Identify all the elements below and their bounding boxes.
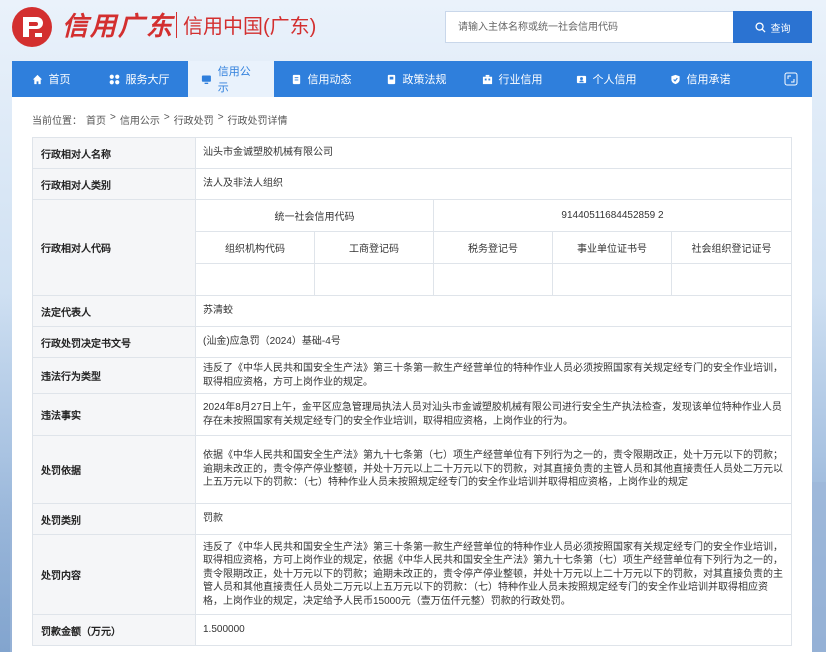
row-label: 行政相对人代码 bbox=[32, 199, 196, 296]
search-icon bbox=[754, 21, 766, 33]
institution-cert-header: 事业单位证书号 bbox=[552, 231, 672, 264]
table-row: 处罚依据 依据《中华人民共和国安全生产法》第九十七条第（七）项生产经营单位有下列… bbox=[32, 435, 792, 504]
id-card-icon bbox=[576, 75, 586, 83]
credit-logo-icon[interactable] bbox=[10, 5, 54, 49]
table-row: 行政相对人代码 统一社会信用代码 91440511684452859 2 bbox=[32, 199, 792, 296]
breadcrumb-credit-publicity[interactable]: 信用公示 bbox=[120, 112, 160, 127]
penalty-detail-table: 行政相对人名称 汕头市金诚塑胶机械有限公司 行政相对人类别 法人及非法人组织 行… bbox=[32, 137, 792, 646]
nav-label: 服务大厅 bbox=[125, 74, 170, 86]
fine-amount-value: 1.500000 bbox=[195, 614, 792, 646]
grid-icon bbox=[109, 74, 119, 84]
breadcrumb: 当前位置： 首页 > 信用公示 > 行政处罚 > 行政处罚详情 bbox=[32, 112, 288, 127]
expand-icon bbox=[784, 72, 798, 86]
breadcrumb-current: 行政处罚详情 bbox=[227, 116, 288, 127]
breadcrumb-separator: > bbox=[217, 112, 224, 123]
org-code-value bbox=[195, 263, 315, 296]
site-header: 信用广东 信用中国(广东) 查询 bbox=[0, 0, 826, 58]
uscc-header: 统一社会信用代码 bbox=[195, 199, 434, 232]
building-icon bbox=[482, 74, 492, 84]
penalty-type-value: 罚款 bbox=[195, 503, 792, 535]
penalty-content-value: 违反了《中华人民共和国安全生产法》第三十条第一款生产经营单位的特种作业人员必须按… bbox=[195, 534, 792, 615]
shield-icon bbox=[670, 74, 680, 84]
institution-cert-value bbox=[552, 263, 672, 296]
nav-item-industry-credit[interactable]: 行业信用 bbox=[464, 61, 560, 97]
nav-item-policies[interactable]: 政策法规 bbox=[368, 61, 464, 97]
breadcrumb-admin-penalty[interactable]: 行政处罚 bbox=[174, 112, 214, 127]
social-org-header: 社会组织登记证号 bbox=[671, 231, 792, 264]
breadcrumb-prefix: 当前位置： bbox=[32, 116, 82, 127]
search-button[interactable]: 查询 bbox=[733, 11, 812, 43]
subject-name-value: 汕头市金诚塑胶机械有限公司 bbox=[195, 137, 792, 169]
row-label: 行政处罚决定书文号 bbox=[32, 326, 196, 358]
subject-category-value: 法人及非法人组织 bbox=[195, 168, 792, 200]
nav-label: 政策法规 bbox=[402, 74, 447, 86]
main-nav: 首页 服务大厅 信用公示 信用动态 政策法规 行业信用 个人信用 信用承诺 bbox=[12, 61, 812, 97]
nav-item-service-hall[interactable]: 服务大厅 bbox=[90, 61, 188, 97]
business-reg-value bbox=[314, 263, 434, 296]
uscc-value: 91440511684452859 2 bbox=[433, 199, 792, 232]
row-label: 罚款金额（万元） bbox=[32, 614, 196, 646]
breadcrumb-separator: > bbox=[163, 112, 170, 123]
fullscreen-button[interactable] bbox=[770, 61, 812, 97]
row-label: 行政相对人类别 bbox=[32, 168, 196, 200]
nav-label: 信用承诺 bbox=[686, 74, 731, 86]
nav-item-credit-news[interactable]: 信用动态 bbox=[274, 61, 368, 97]
site-title: 信用中国(广东) bbox=[183, 16, 317, 38]
org-code-header: 组织机构代码 bbox=[195, 231, 315, 264]
penalty-basis-value: 依据《中华人民共和国安全生产法》第九十七条第（七）项生产经营单位有下列行为之一的… bbox=[195, 435, 792, 504]
search-bar: 查询 bbox=[445, 11, 812, 43]
table-row: 行政相对人名称 汕头市金诚塑胶机械有限公司 bbox=[32, 137, 792, 169]
row-label: 行政相对人名称 bbox=[32, 137, 196, 169]
nav-item-home[interactable]: 首页 bbox=[12, 61, 90, 97]
search-input[interactable] bbox=[445, 11, 733, 43]
row-label: 法定代表人 bbox=[32, 295, 196, 327]
social-org-value bbox=[671, 263, 792, 296]
legal-rep-value: 苏清蛟 bbox=[195, 295, 792, 327]
book-icon bbox=[387, 74, 395, 84]
nav-label: 个人信用 bbox=[592, 74, 637, 86]
nav-item-personal-credit[interactable]: 个人信用 bbox=[560, 61, 652, 97]
row-label: 处罚内容 bbox=[32, 534, 196, 615]
logo-calligraphy: 信用广东 bbox=[62, 12, 175, 42]
row-label: 处罚类别 bbox=[32, 503, 196, 535]
decision-doc-no-value: (汕金)应急罚（2024）基础-4号 bbox=[195, 326, 792, 358]
business-reg-header: 工商登记码 bbox=[314, 231, 434, 264]
logo-divider bbox=[176, 12, 177, 38]
table-row: 罚款金额（万元） 1.500000 bbox=[32, 614, 792, 646]
row-label: 违法行为类型 bbox=[32, 357, 196, 394]
nav-item-credit-commitment[interactable]: 信用承诺 bbox=[652, 61, 748, 97]
nav-label: 行业信用 bbox=[498, 74, 543, 86]
content-panel: 当前位置： 首页 > 信用公示 > 行政处罚 > 行政处罚详情 行政相对人名称 … bbox=[12, 97, 812, 652]
breadcrumb-separator: > bbox=[110, 112, 116, 123]
table-row: 行政处罚决定书文号 (汕金)应急罚（2024）基础-4号 bbox=[32, 326, 792, 358]
table-row: 违法事实 2024年8月27日上午，金平区应急管理局执法人员对汕头市金诚塑胶机械… bbox=[32, 393, 792, 436]
monitor-icon bbox=[201, 74, 211, 84]
violation-type-value: 违反了《中华人民共和国安全生产法》第三十条第一款生产经营单位的特种作业人员必须按… bbox=[195, 357, 792, 394]
home-icon bbox=[32, 74, 42, 84]
row-label: 处罚依据 bbox=[32, 435, 196, 504]
nav-label: 首页 bbox=[48, 74, 71, 86]
violation-facts-value: 2024年8月27日上午，金平区应急管理局执法人员对汕头市金诚塑胶机械有限公司进… bbox=[195, 393, 792, 436]
row-label: 违法事实 bbox=[32, 393, 196, 436]
tax-reg-header: 税务登记号 bbox=[433, 231, 553, 264]
table-row: 违法行为类型 违反了《中华人民共和国安全生产法》第三十条第一款生产经营单位的特种… bbox=[32, 357, 792, 394]
table-row: 处罚类别 罚款 bbox=[32, 503, 792, 535]
breadcrumb-home[interactable]: 首页 bbox=[86, 112, 106, 127]
nav-label: 信用动态 bbox=[307, 74, 352, 86]
nav-label: 信用公示 bbox=[217, 66, 251, 94]
document-icon bbox=[292, 74, 300, 84]
table-row: 行政相对人类别 法人及非法人组织 bbox=[32, 168, 792, 200]
search-button-label: 查询 bbox=[770, 23, 791, 35]
nav-item-credit-publicity[interactable]: 信用公示 bbox=[188, 61, 274, 97]
table-row: 法定代表人 苏清蛟 bbox=[32, 295, 792, 327]
tax-reg-value bbox=[433, 263, 553, 296]
table-row: 处罚内容 违反了《中华人民共和国安全生产法》第三十条第一款生产经营单位的特种作业… bbox=[32, 534, 792, 615]
